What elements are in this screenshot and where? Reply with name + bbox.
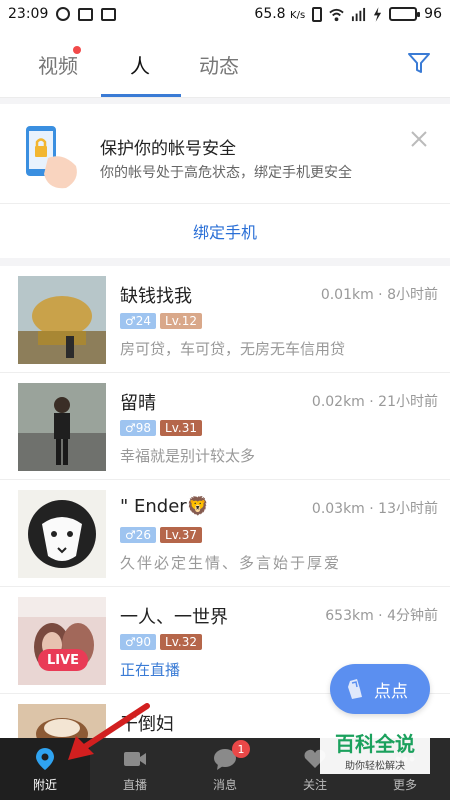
avatar[interactable]	[18, 597, 106, 685]
close-icon[interactable]	[408, 128, 430, 150]
level-badge: Lv.12	[160, 313, 202, 329]
watermark-title: 百科全说	[335, 732, 415, 756]
dian-dian-label: 点点	[374, 681, 408, 702]
security-banner: 保护你的帐号安全 你的帐号处于高危状态，绑定手机更安全 绑定手机	[0, 104, 450, 258]
distance-time: 0.03km · 13小时前	[311, 501, 438, 517]
avatar[interactable]	[18, 490, 106, 578]
nav-messages-label: 消息	[212, 777, 237, 792]
tab-moments[interactable]: 动态	[199, 50, 239, 79]
dian-dian-button[interactable]: 点点	[330, 664, 430, 714]
list-item[interactable]: 缺钱找我 0.01km · 8小时前 ♂24 Lv.12 房可贷，车可贷，无房无…	[0, 266, 450, 373]
image-notification-icon	[78, 7, 94, 21]
user-signature: 房可贷，车可贷，无房无车信用贷	[120, 340, 346, 358]
bind-phone-button[interactable]: 绑定手机	[0, 204, 450, 258]
nav-live-label: 直播	[122, 777, 147, 792]
list-item[interactable]: " Ender🦁 0.03km · 13小时前 ♂26 Lv.37 久伴必定生情…	[0, 480, 450, 587]
charging-icon	[374, 6, 382, 22]
message-count-badge: 1	[232, 740, 250, 758]
nav-live[interactable]: 直播	[90, 738, 180, 800]
gender-age-badge: ♂24	[120, 313, 157, 329]
distance-time: 653km · 4分钟前	[325, 608, 438, 624]
nav-follow-label: 关注	[302, 777, 327, 792]
avatar[interactable]	[18, 383, 106, 471]
avatar[interactable]	[18, 704, 106, 738]
level-badge: Lv.32	[160, 634, 202, 650]
user-signature: 幸福就是别计较太多	[120, 447, 256, 465]
phone-lock-illustration-icon	[26, 126, 77, 189]
list-item[interactable]: 留晴 0.02km · 21小时前 ♂98 Lv.31 幸福就是别计较太多	[0, 373, 450, 480]
vibrate-icon	[312, 6, 323, 22]
user-name: 缺钱找我	[120, 286, 192, 307]
battery-level: 96	[424, 6, 442, 22]
user-name: 干倒妇	[120, 714, 174, 735]
security-title: 保护你的帐号安全	[100, 139, 236, 159]
avatar[interactable]	[18, 276, 106, 364]
filter-icon[interactable]	[406, 50, 432, 76]
tab-people[interactable]: 人	[130, 50, 150, 79]
nav-nearby[interactable]: 附近	[0, 738, 90, 800]
user-signature: 久伴必定生情、多言始于厚爱	[120, 554, 342, 572]
user-name: " Ender🦁	[120, 496, 210, 517]
status-app-icon	[56, 7, 71, 21]
level-badge: Lv.31	[160, 420, 202, 436]
user-name: 留晴	[120, 393, 156, 414]
watermark-subtitle: 助你轻松解决	[345, 761, 405, 772]
nav-nearby-label: 附近	[32, 777, 57, 792]
top-tab-bar: 视频 人 动态	[0, 28, 450, 98]
gender-age-badge: ♂98	[120, 420, 157, 436]
hand-icon	[348, 679, 362, 699]
video-camera-icon	[124, 751, 146, 766]
status-bar: 23:09 65.8 K/s 96	[0, 0, 450, 28]
signal-icon	[352, 7, 366, 21]
distance-time: 0.01km · 8小时前	[320, 287, 438, 303]
battery-icon	[389, 7, 421, 21]
level-badge: Lv.37	[160, 527, 202, 543]
nav-messages[interactable]: 1 消息	[180, 738, 270, 800]
watermark: 百科全说 助你轻松解决	[320, 728, 430, 774]
network-speed: 65.8 K/s	[254, 6, 306, 22]
live-status-text[interactable]: 正在直播	[120, 659, 180, 680]
tab-video-notification-dot	[73, 46, 81, 54]
status-time: 23:09	[8, 6, 49, 22]
location-pin-icon	[36, 747, 54, 770]
nav-more-label: 更多	[392, 777, 417, 792]
tab-video[interactable]: 视频	[38, 50, 78, 79]
distance-time: 0.02km · 21小时前	[311, 394, 438, 410]
live-badge: LIVE	[38, 649, 88, 671]
gender-age-badge: ♂26	[120, 527, 157, 543]
app-notification-icon	[101, 7, 117, 21]
security-description: 你的帐号处于高危状态，绑定手机更安全	[100, 165, 352, 181]
gender-age-badge: ♂90	[120, 634, 157, 650]
wifi-icon	[329, 8, 344, 21]
user-name: 一人、一世界	[120, 607, 228, 628]
active-tab-indicator	[101, 94, 181, 97]
